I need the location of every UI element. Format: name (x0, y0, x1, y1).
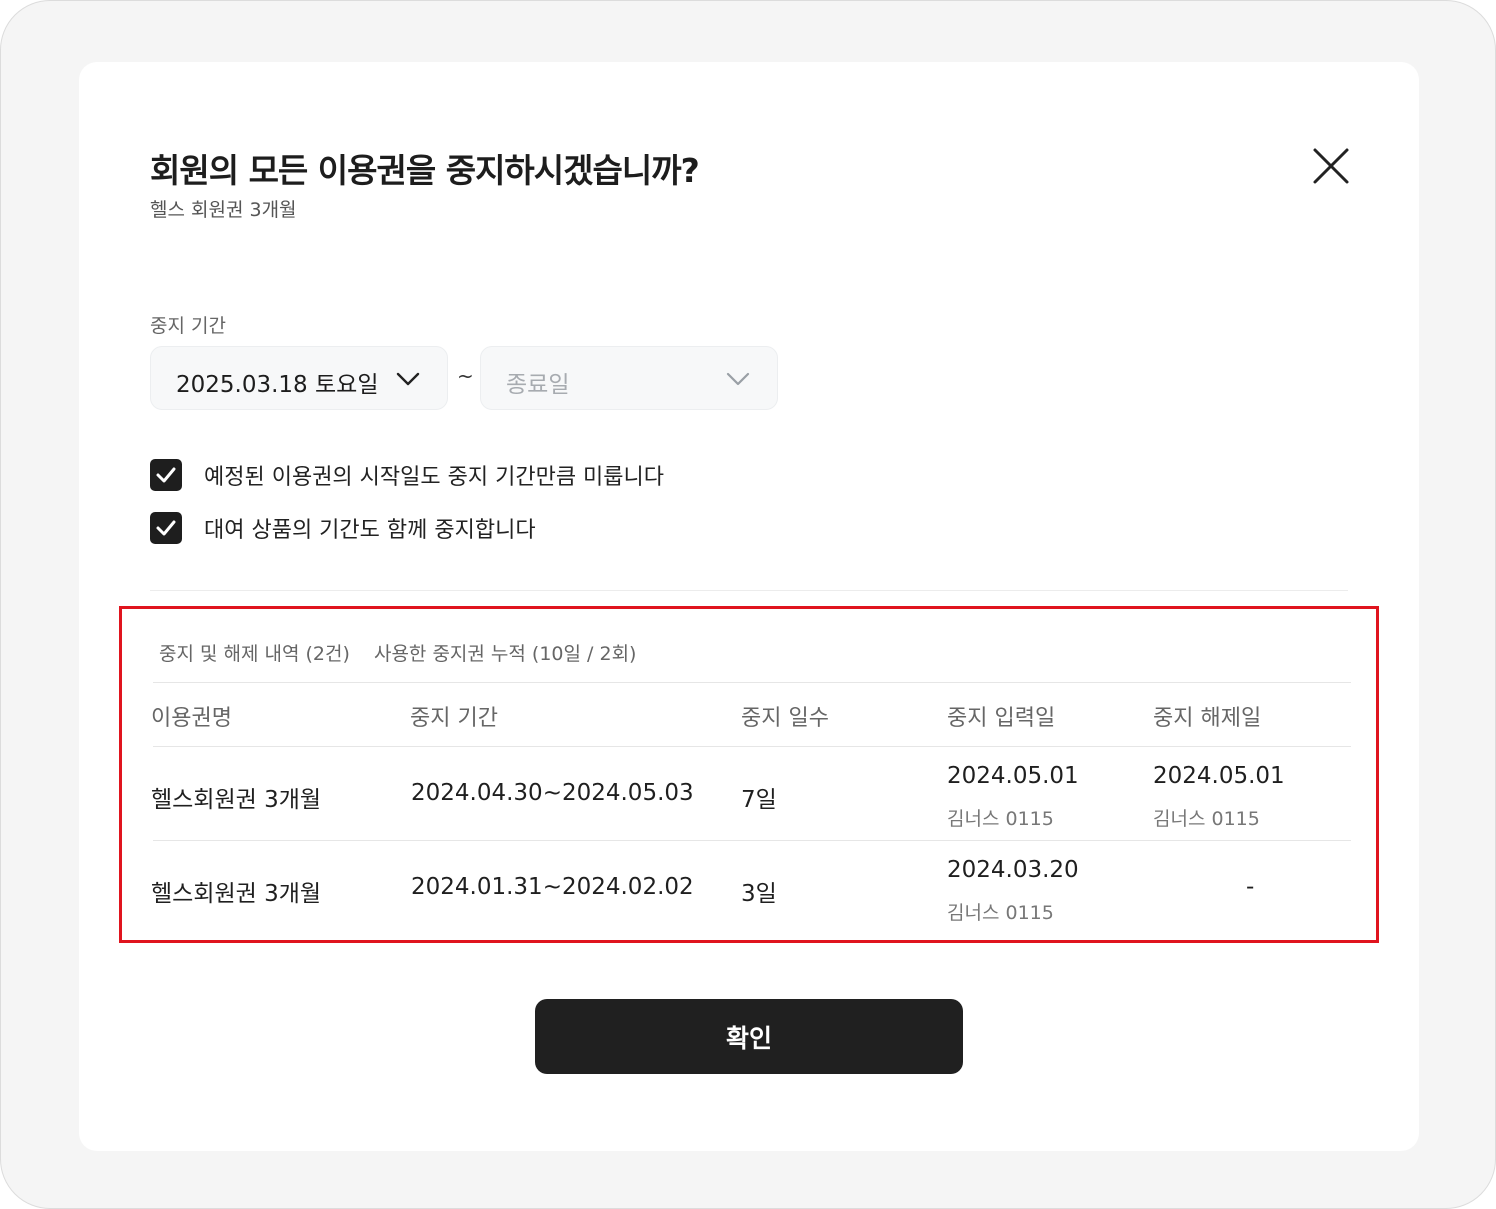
dialog-subtitle: 헬스 회원권 3개월 (150, 199, 297, 221)
column-header-period: 중지 기간 (410, 706, 498, 731)
column-header-name: 이용권명 (151, 706, 232, 731)
end-date-select[interactable]: 종료일 (480, 346, 778, 410)
table-divider (153, 840, 1351, 841)
option-label: 예정된 이용권의 시작일도 중지 기간만큼 미룹니다 (204, 465, 665, 490)
cell-release-date: 2024.05.01 (1153, 763, 1285, 789)
cell-days: 3일 (741, 881, 777, 907)
option-label: 대여 상품의 기간도 함께 중지합니다 (204, 518, 536, 543)
close-icon (1313, 148, 1349, 184)
suspend-history-panel: 중지 및 해제 내역 (2건) 사용한 중지권 누적 (10일 / 2회) 이용… (119, 606, 1379, 943)
end-date-placeholder: 종료일 (506, 372, 570, 398)
dialog-title: 회원의 모든 이용권을 중지하시겠습니까? (150, 151, 700, 190)
cell-release-by: 김너스 0115 (1153, 808, 1260, 830)
column-header-days: 중지 일수 (741, 706, 829, 731)
cell-name: 헬스회원권 3개월 (151, 881, 322, 907)
divider (150, 590, 1348, 591)
column-header-input-date: 중지 입력일 (947, 706, 1056, 731)
option-suspend-rentals[interactable]: 대여 상품의 기간도 함께 중지합니다 (150, 511, 536, 545)
option-postpone-scheduled[interactable]: 예정된 이용권의 시작일도 중지 기간만큼 미룹니다 (150, 458, 664, 492)
check-icon (156, 520, 176, 536)
chevron-down-icon (396, 372, 420, 386)
start-date-value: 2025.03.18 토요일 (176, 372, 379, 398)
screen-frame: 회원의 모든 이용권을 중지하시겠습니까? 헬스 회원권 3개월 중지 기간 2… (0, 0, 1496, 1209)
history-accumulated: 사용한 중지권 누적 (10일 / 2회) (373, 643, 637, 665)
checkbox-checked[interactable] (150, 512, 182, 544)
cell-input-date: 2024.03.20 (947, 857, 1079, 883)
cell-name: 헬스회원권 3개월 (151, 787, 322, 813)
close-button[interactable] (1309, 144, 1353, 188)
history-summary: 중지 및 해제 내역 (2건) 사용한 중지권 누적 (10일 / 2회) (159, 639, 654, 666)
history-count: 중지 및 해제 내역 (2건) (159, 643, 350, 665)
checkbox-checked[interactable] (150, 459, 182, 491)
cell-period: 2024.01.31~2024.02.02 (411, 874, 694, 900)
table-divider (153, 746, 1351, 747)
suspend-dialog: 회원의 모든 이용권을 중지하시겠습니까? 헬스 회원권 3개월 중지 기간 2… (79, 62, 1419, 1151)
confirm-button[interactable]: 확인 (535, 999, 963, 1074)
cell-period: 2024.04.30~2024.05.03 (411, 780, 694, 806)
table-divider (153, 682, 1351, 683)
cell-input-by: 김너스 0115 (947, 808, 1054, 830)
period-separator: ~ (457, 364, 474, 388)
chevron-down-icon (726, 372, 750, 386)
cell-input-date: 2024.05.01 (947, 763, 1079, 789)
cell-input-by: 김너스 0115 (947, 902, 1054, 924)
start-date-select[interactable]: 2025.03.18 토요일 (150, 346, 448, 410)
cell-release-date: - (1246, 874, 1255, 900)
cell-days: 7일 (741, 787, 777, 813)
column-header-release-date: 중지 해제일 (1153, 706, 1262, 731)
check-icon (156, 467, 176, 483)
period-label: 중지 기간 (150, 315, 226, 337)
